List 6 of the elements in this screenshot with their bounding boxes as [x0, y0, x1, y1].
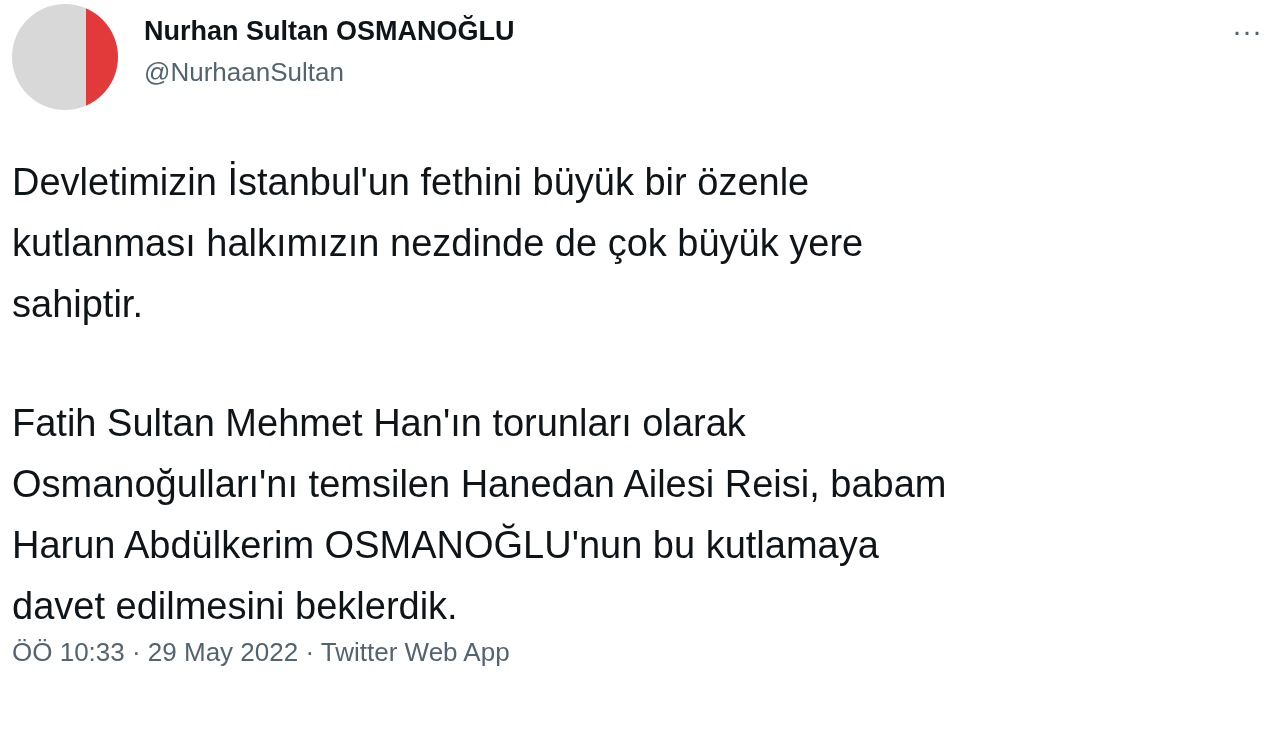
more-button[interactable]: ···: [1232, 16, 1262, 46]
tweet-text: Devletimizin İstanbul'un fethini büyük bir özenle kutlanması halkımızın nezdinde de çok büyük yere sahiptir.: [12, 160, 865, 327]
tweet-text: Fatih Sultan Mehmet Han'ın torunları olarak Osmanoğulları'nı temsilen Hanedan Ailesi Reisi, babam Harun Abdülkerim OSMANOĞLU'nun bu kutlamaya davet edilmesini beklerdik.: [12, 401, 948, 629]
tweet-timestamp: ÖÖ 10:33 · 29 May 2022 · Twitter Web App: [12, 637, 510, 667]
author-name: Nurhan Sultan OSMANOĞLU: [144, 16, 516, 47]
author-handle: @NurhaanSultan: [144, 57, 345, 88]
